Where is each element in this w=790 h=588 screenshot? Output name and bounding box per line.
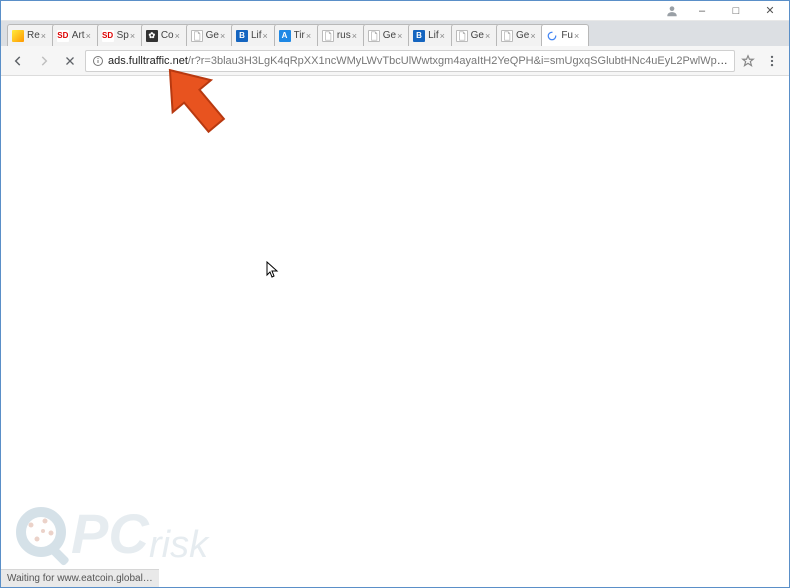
profile-avatar[interactable] — [659, 1, 685, 21]
tab-favicon-icon — [368, 30, 380, 42]
browser-toolbar: ads.fulltraffic.net/r?r=3blau3H3LgK4qRpX… — [1, 46, 789, 76]
tab-label: Ge — [471, 30, 484, 41]
site-info-icon[interactable] — [92, 55, 104, 67]
status-bar: Waiting for www.eatcoin.global… — [1, 569, 159, 587]
pcrisk-watermark: PC risk — [11, 485, 271, 575]
window-titlebar: – □ ✕ — [1, 1, 789, 21]
tab-close-icon[interactable]: × — [263, 31, 273, 41]
window-minimize-button[interactable]: – — [685, 1, 719, 21]
tab-favicon-icon: SD — [102, 30, 114, 42]
browser-tab[interactable]: SDSp× — [97, 24, 145, 46]
browser-tab[interactable]: SDArt× — [52, 24, 101, 46]
stop-button[interactable] — [59, 50, 81, 72]
page-content: PC risk — [1, 76, 789, 587]
tab-favicon-icon — [501, 30, 513, 42]
tab-close-icon[interactable]: × — [86, 31, 96, 41]
svg-text:risk: risk — [149, 524, 210, 566]
tab-close-icon[interactable]: × — [130, 31, 140, 41]
tab-label: Ge — [206, 30, 219, 41]
bookmark-star-icon[interactable] — [739, 54, 757, 68]
browser-tab[interactable]: Ge× — [496, 24, 545, 46]
tab-close-icon[interactable]: × — [397, 31, 407, 41]
tab-strip: Re×SDArt×SDSp×✿Co×Ge×BLif×ATir×rus×Ge×BL… — [1, 21, 789, 46]
status-text: Waiting for www.eatcoin.global… — [7, 573, 153, 584]
tab-close-icon[interactable]: × — [485, 31, 495, 41]
tab-favicon-icon — [191, 30, 203, 42]
tab-favicon-icon — [322, 30, 334, 42]
browser-tab[interactable]: rus× — [317, 24, 367, 46]
browser-tab[interactable]: ✿Co× — [141, 24, 190, 46]
browser-tab[interactable]: ATir× — [274, 24, 321, 46]
tab-label: Co — [161, 30, 174, 41]
browser-tab[interactable]: Ge× — [186, 24, 235, 46]
window-maximize-button[interactable]: □ — [719, 1, 753, 21]
tab-favicon-icon — [12, 30, 24, 42]
tab-close-icon[interactable]: × — [175, 31, 185, 41]
tab-close-icon[interactable]: × — [220, 31, 230, 41]
browser-tab[interactable]: BLif× — [231, 24, 278, 46]
tab-close-icon[interactable]: × — [440, 31, 450, 41]
svg-text:PC: PC — [71, 502, 150, 565]
tab-label: rus — [337, 30, 351, 41]
browser-tab[interactable]: Ge× — [451, 24, 500, 46]
tab-label: Ge — [383, 30, 396, 41]
tab-label: Re — [27, 30, 40, 41]
browser-tab[interactable]: BLif× — [408, 24, 455, 46]
tab-label: Art — [72, 30, 85, 41]
tab-close-icon[interactable]: × — [306, 31, 316, 41]
tab-label: Lif — [251, 30, 262, 41]
tab-favicon-icon — [546, 30, 558, 42]
browser-tab[interactable]: Fu× — [541, 24, 589, 46]
back-button[interactable] — [7, 50, 29, 72]
tab-favicon-icon: A — [279, 30, 291, 42]
forward-button[interactable] — [33, 50, 55, 72]
browser-menu-button[interactable] — [761, 50, 783, 72]
tab-close-icon[interactable]: × — [352, 31, 362, 41]
window-close-button[interactable]: ✕ — [753, 1, 787, 21]
address-bar[interactable]: ads.fulltraffic.net/r?r=3blau3H3LgK4qRpX… — [85, 50, 735, 72]
mouse-cursor-icon — [266, 261, 280, 282]
tab-label: Tir — [294, 30, 305, 41]
tab-close-icon[interactable]: × — [574, 31, 584, 41]
tab-label: Lif — [428, 30, 439, 41]
browser-tab[interactable]: Ge× — [363, 24, 412, 46]
tab-favicon-icon: ✿ — [146, 30, 158, 42]
tab-close-icon[interactable]: × — [530, 31, 540, 41]
url-text: ads.fulltraffic.net/r?r=3blau3H3LgK4qRpX… — [108, 55, 728, 67]
browser-tab[interactable]: Re× — [7, 24, 56, 46]
tab-label: Sp — [117, 30, 129, 41]
tab-favicon-icon: B — [236, 30, 248, 42]
tab-label: Ge — [516, 30, 529, 41]
tab-close-icon[interactable]: × — [41, 31, 51, 41]
browser-window: – □ ✕ Re×SDArt×SDSp×✿Co×Ge×BLif×ATir×rus… — [0, 0, 790, 588]
tab-favicon-icon: SD — [57, 30, 69, 42]
tab-favicon-icon — [456, 30, 468, 42]
tab-label: Fu — [561, 30, 573, 41]
tab-favicon-icon: B — [413, 30, 425, 42]
